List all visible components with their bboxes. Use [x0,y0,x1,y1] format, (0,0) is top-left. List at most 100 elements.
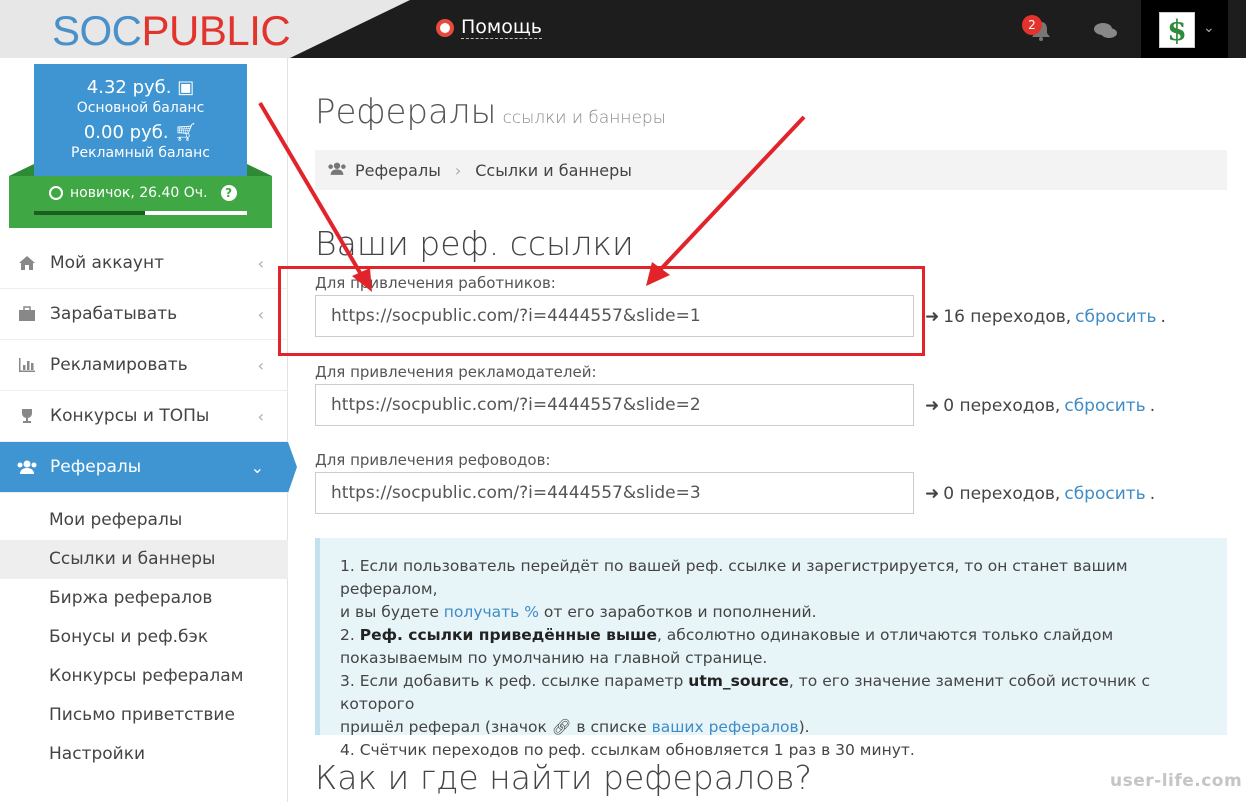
chevron-left-icon: ‹ [257,406,264,426]
page-subtitle: ссылки и баннеры [502,108,666,128]
users-icon [16,458,38,476]
ref-link-stat-advertisers: ➜ 0 переходов, сбросить. [925,396,1155,416]
info-bold: utm_source [688,672,789,690]
chat-icon[interactable] [1094,22,1118,44]
chevron-left-icon: ‹ [257,304,264,324]
reset-link[interactable]: сбросить [1075,307,1156,327]
chevron-down-icon: ⌄ [1203,20,1215,36]
sidebar-item-contests[interactable]: Конкурсы и ТОПы ‹ [0,391,288,442]
arrow-right-icon: ➜ [925,484,940,504]
watermark: user-life.com [1110,771,1243,791]
sidebar: 4.32 руб. ▣ Основной баланс 0.00 руб. 🛒︎… [0,58,297,802]
sidebar-item-label: Мой аккаунт [50,253,164,273]
how-to-find-title: Как и где найти рефералов? [315,758,813,797]
sidebar-menu: Мой аккаунт ‹ Зарабатывать ‹ Рекламирова… [0,238,297,774]
sidebar-item-account[interactable]: Мой аккаунт ‹ [0,238,288,289]
info-text: показываемым по умолчанию на главной стр… [340,649,768,667]
question-icon[interactable]: ? [220,185,237,201]
info-text: в списке [576,718,647,736]
click-count: 0 переходов, [943,396,1061,416]
earn-percent-link[interactable]: получать % [444,603,539,621]
section-title: Ваши реф. ссылки [315,224,634,263]
help-link[interactable]: Помощь [436,16,542,39]
ad-balance[interactable]: 0.00 руб. 🛒︎ [34,122,247,144]
ref-link-label-advertisers: Для привлечения рекламодателей: [315,363,597,381]
balance-panel: 4.32 руб. ▣ Основной баланс 0.00 руб. 🛒︎… [34,64,247,176]
ad-balance-amount: 0.00 руб. [83,122,169,143]
reset-link[interactable]: сбросить [1064,396,1145,416]
main-balance-amount: 4.32 руб. [86,77,172,98]
submenu-links-banners[interactable]: Ссылки и баннеры [0,540,288,579]
level-progress [34,211,247,215]
ref-link-stat-workers: ➜ 16 переходов, сбросить. [925,307,1166,327]
reset-link[interactable]: сбросить [1064,484,1145,504]
sidebar-item-label: Рефералы [50,457,142,477]
click-count: 0 переходов, [943,484,1061,504]
period: . [1149,484,1156,504]
cart-icon: 🛒︎ [174,122,198,143]
arrow-right-icon: ➜ [925,307,940,327]
main-balance-label: Основной баланс [76,100,205,116]
breadcrumb-item-current: Ссылки и баннеры [475,160,632,180]
info-text: и вы будете [340,603,439,621]
ref-link-field-referrers[interactable]: https://socpublic.com/?i=4444557&slide=3 [315,472,914,514]
info-line-4: показываемым по умолчанию на главной стр… [340,647,1207,670]
breadcrumb: Рефералы › Ссылки и баннеры [315,150,1227,190]
users-icon [327,161,347,180]
info-line-2: и вы будете получать % от его заработков… [340,601,1207,624]
lifebuoy-icon [436,18,454,37]
info-text: , абсолютно одинаковые и отличаются толь… [656,626,1114,644]
submenu-settings[interactable]: Настройки [0,735,288,774]
home-icon [16,254,38,272]
trophy-icon [16,407,38,425]
info-line-3: 2. Реф. ссылки приведённые выше, абсолют… [340,624,1207,647]
link-chain-icon: 🔗︎ [551,718,572,736]
submenu-bonuses[interactable]: Бонусы и реф.бэк [0,618,288,657]
chevron-down-icon: ⌄ [250,457,264,477]
ref-link-label-referrers: Для привлечения рефоводов: [315,451,551,469]
sidebar-item-label: Зарабатывать [50,304,178,324]
briefcase-icon [16,305,38,323]
circle-icon [49,186,63,200]
your-referrals-link[interactable]: ваших рефералов [652,718,799,736]
sidebar-item-advertise[interactable]: Рекламировать ‹ [0,340,288,391]
breadcrumb-item-referrals[interactable]: Рефералы [355,161,441,180]
user-menu[interactable]: $ ⌄ [1141,0,1228,58]
level-panel: новичок, 26.40 Оч. ? [9,164,272,228]
sidebar-item-label: Рекламировать [50,355,188,375]
info-text: 2. [340,626,355,644]
ref-link-stat-referrers: ➜ 0 переходов, сбросить. [925,484,1155,504]
submenu-referral-exchange[interactable]: Биржа рефералов [0,579,288,618]
sidebar-item-label: Конкурсы и ТОПы [50,406,210,426]
info-text: пришёл реферал (значок [340,718,547,736]
site-logo[interactable]: SOCPUBLIC [52,6,291,56]
level-text: новичок, 26.40 Оч. [70,185,208,201]
info-bold: Реф. ссылки приведённые выше [359,626,657,644]
avatar: $ [1159,12,1195,48]
page-title-text: Рефералы [315,92,497,132]
info-line-1: 1. Если пользователь перейдёт по вашей р… [340,555,1207,601]
ref-link-field-advertisers[interactable]: https://socpublic.com/?i=4444557&slide=2 [315,384,914,426]
submenu-referral-contests[interactable]: Конкурсы рефералам [0,657,288,696]
submenu-my-referrals[interactable]: Мои рефералы [0,501,288,540]
submenu-welcome-letter[interactable]: Письмо приветствие [0,696,288,735]
period: . [1149,396,1156,416]
info-line-5: 3. Если добавить к реф. ссылке параметр … [340,670,1207,716]
chevron-right-icon: › [454,160,462,180]
info-text: 1. Если пользователь перейдёт по вашей р… [340,557,1128,598]
bar-chart-icon [16,356,38,374]
info-text: 3. Если добавить к реф. ссылке параметр [340,672,684,690]
notification-badge: 2 [1022,15,1042,35]
info-text: 4. Счётчик переходов по реф. ссылкам обн… [340,741,915,759]
chevron-left-icon: ‹ [257,253,264,273]
info-box: 1. Если пользователь перейдёт по вашей р… [315,538,1227,759]
main-balance[interactable]: 4.32 руб. ▣ [34,77,247,99]
arrow-right-icon: ➜ [925,396,940,416]
logo-part-public: PUBLIC [141,7,291,54]
info-text: ). [798,718,810,736]
sidebar-item-earn[interactable]: Зарабатывать ‹ [0,289,288,340]
annotation-highlight-box [278,266,925,356]
page-title: Рефералы ссылки и баннеры [315,92,666,132]
period: . [1160,307,1166,327]
sidebar-item-referrals[interactable]: Рефералы ⌄ [0,442,297,493]
